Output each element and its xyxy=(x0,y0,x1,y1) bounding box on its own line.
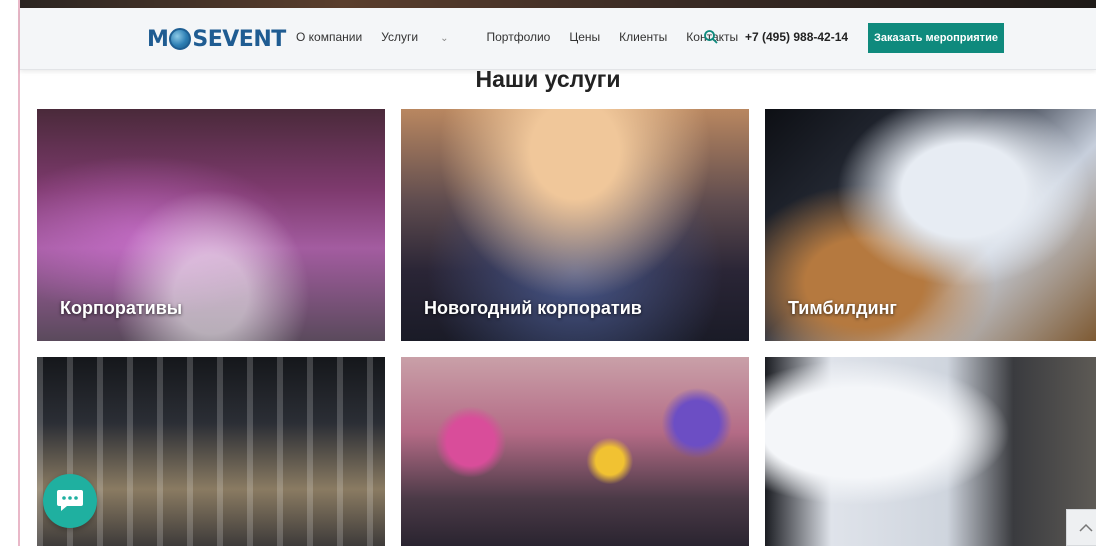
site-header: M SEVENT О компании Услуги ⌄ Портфолио Це… xyxy=(20,8,1096,70)
order-event-button[interactable]: Заказать мероприятие xyxy=(868,23,1004,53)
service-card-caption: Новогодний корпоратив xyxy=(424,298,642,318)
top-image-strip xyxy=(20,0,1096,8)
section-title: Наши услуги xyxy=(475,66,621,92)
service-card-teambuilding[interactable]: Тимбилдинг xyxy=(765,109,1096,341)
scroll-top-button[interactable] xyxy=(1066,509,1096,546)
nav-item-services[interactable]: Услуги ⌄ xyxy=(381,30,467,44)
nav-item-portfolio[interactable]: Портфолио xyxy=(486,30,550,44)
service-card-corporate[interactable]: Корпоративы xyxy=(37,109,385,341)
logo-letter: M xyxy=(147,26,169,52)
phone-number[interactable]: +7 (495) 988-42-14 xyxy=(745,30,848,44)
service-card-caption: Тимбилдинг xyxy=(788,298,897,318)
nav-item-about[interactable]: О компании xyxy=(296,30,362,44)
logo-text: SEVENT xyxy=(192,26,286,52)
service-card-new-year[interactable]: Новогодний корпоратив xyxy=(401,109,749,341)
nav-item-prices[interactable]: Цены xyxy=(569,30,600,44)
search-icon[interactable] xyxy=(703,29,719,45)
globe-icon xyxy=(169,28,192,50)
chat-button[interactable] xyxy=(43,474,97,528)
service-card-presentation[interactable] xyxy=(765,357,1096,546)
service-card-party[interactable] xyxy=(401,357,749,546)
site-logo[interactable]: M SEVENT xyxy=(147,25,286,53)
chat-bubble-icon xyxy=(57,490,83,511)
chevron-down-icon: ⌄ xyxy=(440,33,449,44)
nav-item-clients[interactable]: Клиенты xyxy=(619,30,667,44)
service-card-caption: Корпоративы xyxy=(60,298,183,318)
main-nav: О компании Услуги ⌄ Портфолио Цены Клиент… xyxy=(296,30,757,44)
chevron-up-icon xyxy=(1079,523,1093,532)
nav-item-services-label: Услуги xyxy=(381,30,419,44)
